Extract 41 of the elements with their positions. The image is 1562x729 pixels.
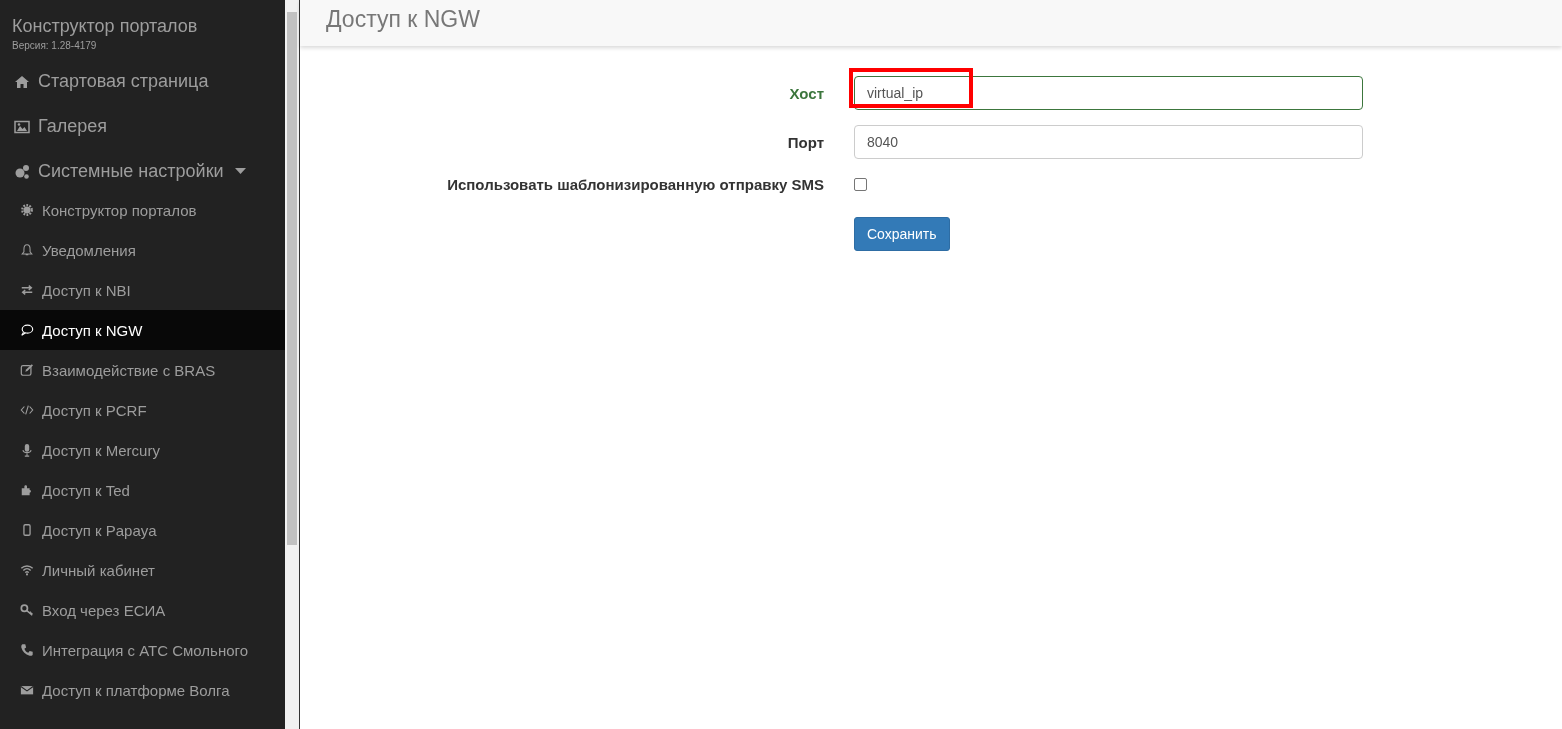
app-title: Конструктор порталов: [12, 15, 199, 37]
nav-subitem[interactable]: Интеграция с АТС Смольного: [0, 630, 285, 670]
save-button[interactable]: Сохранить: [854, 217, 950, 251]
nav-subitem[interactable]: Взаимодействие с BRAS: [0, 350, 285, 390]
speech-bubble-icon: [20, 323, 34, 337]
house-icon: [14, 73, 30, 90]
nav-subitem[interactable]: Доступ к Mercury: [0, 430, 285, 470]
checkbox[interactable]: [854, 177, 867, 191]
nav-subitem[interactable]: Доступ к платформе Волга: [0, 670, 285, 710]
phone-icon: [20, 643, 34, 657]
nav-subitem[interactable]: Доступ к PCRF: [0, 390, 285, 430]
scrollbar-thumb[interactable]: [287, 12, 297, 545]
nav-item[interactable]: Галерея: [0, 104, 285, 149]
gear-icon: [20, 203, 34, 217]
pencil-square-icon: [20, 363, 34, 377]
code-icon: [20, 403, 34, 417]
field-label: Порт: [786, 133, 825, 151]
bell-icon: [20, 243, 34, 257]
text-field[interactable]: 8040: [854, 125, 1363, 159]
key-icon: [20, 603, 34, 617]
field-label: Использовать шаблонизированную отправку SMS: [446, 175, 825, 193]
nav-item[interactable]: Стартовая страница: [0, 59, 285, 104]
envelope-icon: [20, 683, 34, 697]
nav-subitem[interactable]: Доступ к NGW: [0, 310, 285, 350]
puzzle-piece-icon: [20, 483, 34, 497]
mobile-phone-icon: [20, 523, 34, 537]
nav-subitem[interactable]: Личный кабинет: [0, 550, 285, 590]
picture-icon: [14, 118, 30, 135]
wifi-icon: [20, 563, 34, 577]
page-title: Доступ к NGW: [326, 5, 480, 33]
nav-subitem[interactable]: Доступ к Ted: [0, 470, 285, 510]
text-field[interactable]: virtual_ip: [854, 76, 1363, 110]
version-label: Версия: 1.28-4179: [12, 40, 98, 51]
nav-subitem[interactable]: Уведомления: [0, 230, 285, 270]
scrollbar[interactable]: [285, 0, 300, 729]
microphone-icon: [20, 443, 34, 457]
nav-subitem[interactable]: Вход через ЕСИА: [0, 590, 285, 630]
nav-subitem[interactable]: Доступ к NBI: [0, 270, 285, 310]
arrows-icon: [20, 283, 34, 297]
field-label: Хост: [788, 84, 825, 102]
nav-subitem[interactable]: Доступ к Papaya: [0, 510, 285, 550]
